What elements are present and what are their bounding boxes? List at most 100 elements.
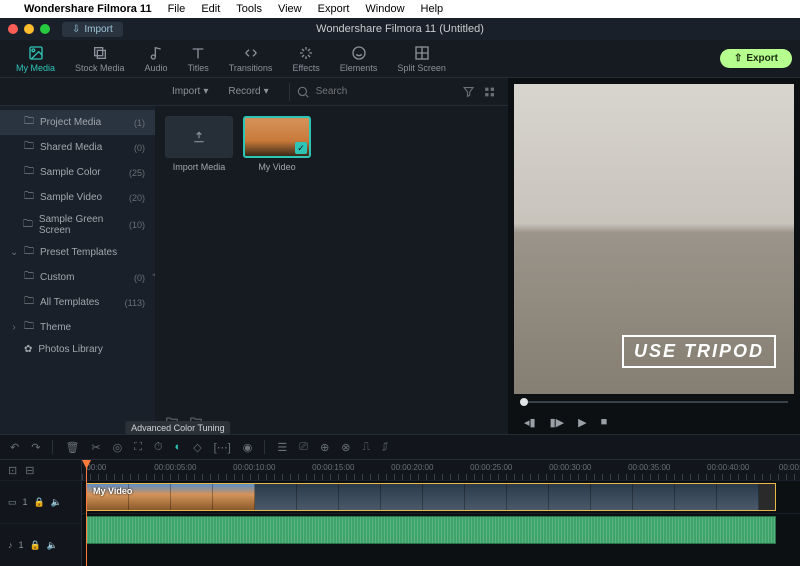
sidebar-item-preset-templates[interactable]: ⌄🗀Preset Templates: [0, 240, 155, 265]
ruler-tick: 00:00:45:00: [779, 463, 800, 472]
search-input[interactable]: [316, 86, 448, 97]
audio-track-header[interactable]: ♪ 1 🔒 🔈: [0, 523, 81, 566]
voice-over-button[interactable]: ⊕: [320, 441, 329, 454]
delete-button[interactable]: 🗑: [65, 441, 79, 454]
mute-icon[interactable]: 🔈: [47, 540, 58, 551]
menu-tools[interactable]: Tools: [236, 3, 262, 15]
redo-button[interactable]: ↷: [31, 441, 40, 454]
tab-my-media[interactable]: My Media: [8, 43, 63, 75]
menu-view[interactable]: View: [278, 3, 302, 15]
crop-button[interactable]: ⛶: [134, 441, 142, 454]
export-button-label: Export: [746, 53, 778, 64]
sidebar-item-sample-color[interactable]: 🗀Sample Color(25): [0, 160, 155, 185]
detach-audio-button[interactable]: [⋯]: [214, 441, 231, 454]
marker-button[interactable]: ◎: [113, 441, 123, 454]
import-button[interactable]: ⇩ Import: [62, 22, 123, 37]
import-media-card[interactable]: Import Media: [165, 116, 233, 172]
zoom-window-button[interactable]: [40, 24, 50, 34]
mixer-button[interactable]: ⎚: [299, 441, 308, 454]
search-box[interactable]: [289, 83, 454, 101]
card-label: Import Media: [173, 162, 226, 172]
dd-label: Record: [228, 86, 260, 97]
undo-button[interactable]: ↶: [10, 441, 19, 454]
step-back-button[interactable]: ▮▶: [550, 416, 565, 429]
export-button[interactable]: ⇧ Export: [720, 49, 792, 68]
audio-track[interactable]: [82, 513, 800, 546]
window-titlebar: ⇩ Import Wondershare Filmora 11 (Untitle…: [0, 18, 800, 40]
timeline-toolbar: ↶ ↷ 🗑 ✂ ◎ ⛶ ⏱ ◐Advanced Color Tuning ◇ […: [0, 434, 800, 460]
menu-window[interactable]: Window: [365, 3, 404, 15]
color-tuning-button[interactable]: ◐Advanced Color Tuning: [175, 441, 182, 453]
preview-controls: ◂▮ ▮▶ ▶ ■: [514, 410, 794, 434]
lock-icon[interactable]: 🔒: [34, 497, 45, 508]
video-thumb: [243, 116, 311, 158]
play-button[interactable]: ▶: [578, 416, 586, 429]
audio-stretch-button[interactable]: ⎎: [382, 441, 388, 454]
tab-split-screen[interactable]: Split Screen: [389, 43, 454, 75]
sidebar-label: Project Media: [40, 117, 101, 128]
stack-icon: [92, 45, 108, 61]
menu-file[interactable]: File: [168, 3, 186, 15]
close-window-button[interactable]: [8, 24, 18, 34]
sidebar-item-shared-media[interactable]: 🗀Shared Media(0): [0, 135, 155, 160]
menu-help[interactable]: Help: [421, 3, 444, 15]
keyframe-button[interactable]: ◇: [193, 441, 201, 454]
import-dropdown[interactable]: Import▾: [166, 84, 214, 99]
timeline-track-headers: ⊡ ⊟ ▭ 1 🔒 🔈 ♪ 1 🔒 🔈: [0, 460, 82, 566]
lock-icon[interactable]: 🔒: [30, 540, 41, 551]
smiley-icon: [351, 45, 367, 61]
folder-icon: 🗀: [23, 217, 33, 234]
tab-titles[interactable]: Titles: [180, 43, 217, 75]
app-name[interactable]: Wondershare Filmora 11: [24, 3, 152, 15]
record-dropdown[interactable]: Record▾: [222, 84, 274, 99]
minimize-window-button[interactable]: [24, 24, 34, 34]
tab-effects[interactable]: Effects: [284, 43, 327, 75]
sidebar-item-photos-library[interactable]: ✿Photos Library: [0, 340, 155, 359]
split-button[interactable]: ✂: [91, 441, 100, 454]
grid-view-icon[interactable]: [483, 85, 496, 99]
scrub-knob[interactable]: [520, 398, 528, 406]
sidebar-item-custom[interactable]: 🗀Custom(0): [0, 265, 155, 290]
menu-export[interactable]: Export: [318, 3, 350, 15]
mute-icon[interactable]: 🔈: [51, 497, 62, 508]
video-clip[interactable]: My Video: [86, 483, 776, 511]
preview-panel: USE TRIPOD ◂▮ ▮▶ ▶ ■: [508, 78, 800, 434]
sidebar-item-theme[interactable]: ›🗀Theme: [0, 315, 155, 340]
sidebar-item-sample-green-screen[interactable]: 🗀Sample Green Screen(10): [0, 210, 155, 240]
item-count: (1): [134, 118, 145, 128]
stop-button[interactable]: ■: [601, 416, 608, 428]
playhead[interactable]: [86, 460, 87, 566]
sidebar-item-sample-video[interactable]: 🗀Sample Video(20): [0, 185, 155, 210]
timeline-tracks-area[interactable]: 00:00 00:00:05:00 00:00:10:00 00:00:15:0…: [82, 460, 800, 566]
ruler-tick: 00:00:40:00: [707, 463, 749, 472]
track-options-button[interactable]: ☰: [277, 441, 287, 454]
preview-canvas[interactable]: USE TRIPOD: [514, 84, 794, 394]
sidebar-label: Shared Media: [40, 142, 102, 153]
text-icon: [190, 45, 206, 61]
filter-icon[interactable]: [462, 85, 475, 99]
tab-label: Titles: [188, 63, 209, 73]
menu-edit[interactable]: Edit: [201, 3, 220, 15]
audio-sync-button[interactable]: ⎍: [363, 441, 371, 454]
tab-transitions[interactable]: Transitions: [221, 43, 281, 75]
media-card-my-video[interactable]: My Video: [243, 116, 311, 172]
video-track[interactable]: My Video: [82, 480, 800, 513]
tab-stock-media[interactable]: Stock Media: [67, 43, 133, 75]
video-track-header[interactable]: ▭ 1 🔒 🔈: [0, 480, 81, 523]
collapse-icon[interactable]: ⊡: [8, 464, 17, 477]
audio-ducking-button[interactable]: ⊗: [341, 441, 350, 454]
item-count: (0): [134, 273, 145, 283]
sidebar-item-all-templates[interactable]: 🗀All Templates(113): [0, 290, 155, 315]
audio-clip[interactable]: [86, 516, 776, 544]
tab-elements[interactable]: Elements: [332, 43, 386, 75]
prev-frame-button[interactable]: ◂▮: [524, 416, 536, 429]
chevron-right-icon: ›: [10, 322, 18, 333]
green-screen-button[interactable]: ◉: [243, 441, 253, 454]
folder-icon: 🗀: [24, 114, 34, 131]
link-icon[interactable]: ⊟: [25, 464, 34, 477]
sidebar-item-project-media[interactable]: 🗀 Project Media (1): [0, 110, 155, 135]
timeline-ruler[interactable]: 00:00 00:00:05:00 00:00:10:00 00:00:15:0…: [82, 460, 800, 480]
preview-scrub-bar[interactable]: [514, 394, 794, 410]
tab-audio[interactable]: Audio: [137, 43, 176, 75]
speed-button[interactable]: ⏱: [154, 441, 163, 454]
